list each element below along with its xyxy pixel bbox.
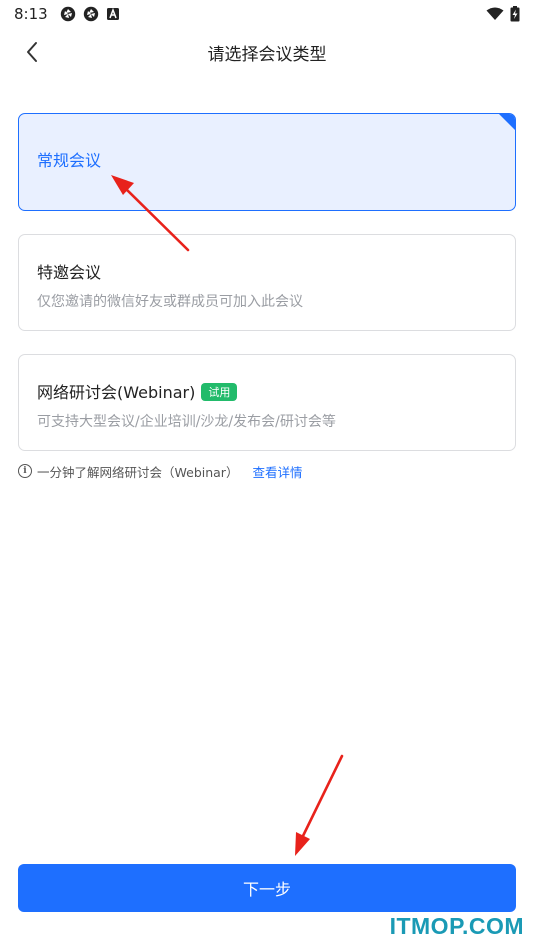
meeting-type-title: 网络研讨会(Webinar) bbox=[37, 383, 196, 402]
arrow-to-next-button bbox=[295, 754, 344, 856]
meeting-type-page: 8:13 请选择会议类型 常规会议 特邀会议 仅您邀请的微信好友或群成员可加入此… bbox=[0, 0, 534, 950]
meeting-type-webinar[interactable]: 网络研讨会(Webinar) 试用 可支持大型会议/企业培训/沙龙/发布会/研讨会… bbox=[18, 354, 516, 451]
battery-charging-icon bbox=[510, 6, 520, 22]
aperture-icon bbox=[60, 6, 75, 22]
view-details-link[interactable]: 查看详情 bbox=[252, 462, 302, 481]
meeting-type-title: 常规会议 bbox=[37, 151, 102, 170]
meeting-type-title: 特邀会议 bbox=[37, 263, 102, 282]
webinar-info-text: 一分钟了解网络研讨会（Webinar） bbox=[37, 464, 239, 480]
wifi-icon bbox=[486, 7, 504, 20]
aperture-icon bbox=[83, 6, 98, 22]
meeting-type-invited[interactable]: 特邀会议 仅您邀请的微信好友或群成员可加入此会议 bbox=[18, 234, 516, 331]
a-box-icon bbox=[106, 7, 119, 20]
page-title: 请选择会议类型 bbox=[207, 44, 327, 65]
webinar-info: i 一分钟了解网络研讨会（Webinar） 查看详情 bbox=[18, 461, 302, 481]
selected-corner-mark bbox=[499, 114, 515, 130]
status-system-icons bbox=[486, 6, 520, 22]
watermark: ITMOP.COM bbox=[389, 913, 524, 939]
meeting-type-description: 可支持大型会议/企业培训/沙龙/发布会/研讨会等 bbox=[37, 414, 336, 430]
status-time: 8:13 bbox=[14, 5, 48, 23]
info-icon: i bbox=[18, 464, 32, 478]
trial-badge: 试用 bbox=[201, 383, 238, 401]
chevron-left-icon bbox=[27, 42, 37, 62]
back-button[interactable] bbox=[18, 38, 46, 66]
status-notification-icons bbox=[60, 6, 120, 22]
status-bar: 8:13 bbox=[0, 0, 534, 28]
header: 请选择会议类型 bbox=[0, 28, 534, 76]
meeting-type-title-row: 网络研讨会(Webinar) 试用 bbox=[37, 379, 497, 403]
next-button[interactable]: 下一步 bbox=[18, 864, 516, 912]
meeting-type-description: 仅您邀请的微信好友或群成员可加入此会议 bbox=[37, 294, 303, 310]
meeting-type-regular[interactable]: 常规会议 bbox=[18, 113, 516, 211]
